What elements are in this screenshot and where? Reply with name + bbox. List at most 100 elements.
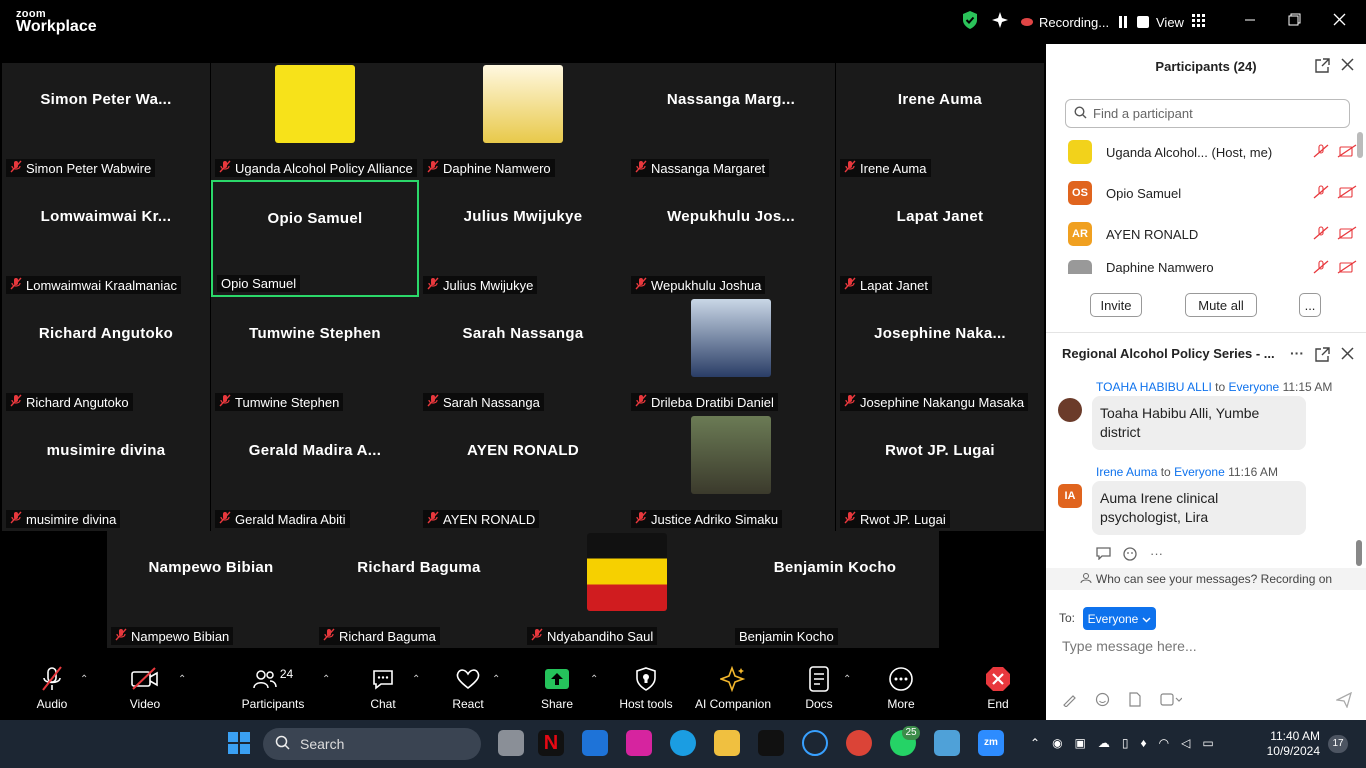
audio-button[interactable]: Audio <box>30 664 74 718</box>
participants-scrollbar[interactable] <box>1357 132 1363 158</box>
store-icon[interactable] <box>582 730 608 756</box>
task-view-icon[interactable] <box>498 730 524 756</box>
more-button[interactable]: More <box>879 664 923 718</box>
edge-icon[interactable] <box>670 730 696 756</box>
chat-scrollbar[interactable] <box>1356 540 1362 566</box>
close-participants-icon[interactable] <box>1341 58 1354 74</box>
participant-row[interactable]: AR AYEN RONALD <box>1068 219 1358 249</box>
participants-options-caret[interactable]: ⌃ <box>322 674 330 685</box>
video-tile[interactable]: Josephine Naka... Josephine Nakangu Masak… <box>836 297 1044 414</box>
chevron-up-icon[interactable]: ⌃ <box>1030 736 1040 750</box>
participants-more-button[interactable]: ... <box>1299 293 1321 317</box>
video-tile[interactable]: Gerald Madira A... Gerald Madira Abiti <box>211 414 419 531</box>
mute-all-button[interactable]: Mute all <box>1185 293 1257 317</box>
file-explorer-icon[interactable] <box>714 730 740 756</box>
ai-sparkle-icon[interactable] <box>990 10 1010 35</box>
video-options-caret[interactable]: ⌃ <box>178 674 186 685</box>
video-tile[interactable]: Julius Mwijukye Julius Mwijukye <box>419 180 627 297</box>
video-tile[interactable]: Opio Samuel Opio Samuel <box>211 180 419 297</box>
share-button[interactable]: Share <box>535 664 579 718</box>
video-tile[interactable]: Nampewo Bibian Nampewo Bibian <box>107 531 315 648</box>
chrome-icon[interactable] <box>846 730 872 756</box>
participants-button[interactable]: 24 Participants <box>238 664 308 718</box>
netflix-icon[interactable]: N <box>538 730 564 756</box>
wifi-icon[interactable]: ◠ <box>1159 736 1169 750</box>
chat-more-icon[interactable]: ··· <box>1290 345 1304 361</box>
visibility-note[interactable]: Who can see your messages? Recording on <box>1046 568 1366 590</box>
video-tile[interactable]: musimire divina musimire divina <box>2 414 210 531</box>
participant-row[interactable]: Uganda Alcohol... (Host, me) <box>1068 137 1358 167</box>
host-tools-button[interactable]: Host tools <box>616 664 676 718</box>
clock[interactable]: 11:40 AM 10/9/2024 <box>1262 729 1320 759</box>
invite-button[interactable]: Invite <box>1090 293 1142 317</box>
add-reaction-icon[interactable] <box>1123 546 1138 564</box>
video-tile[interactable]: Wepukhulu Jos... Wepukhulu Joshua <box>627 180 835 297</box>
video-tile[interactable]: Ndyabandiho Saul <box>523 531 731 648</box>
share-options-caret[interactable]: ⌃ <box>590 674 598 685</box>
onedrive-icon[interactable]: ☁ <box>1098 736 1110 750</box>
video-tile[interactable]: AYEN RONALD AYEN RONALD <box>419 414 627 531</box>
chat-button[interactable]: Chat <box>361 664 405 718</box>
video-tile[interactable]: Justice Adriko Simaku <box>627 414 835 531</box>
chat-popout-icon[interactable] <box>1315 347 1330 365</box>
video-tile[interactable]: Drileba Dratibi Daniel <box>627 297 835 414</box>
volume-icon[interactable]: ◁ <box>1181 736 1190 750</box>
recipient-dropdown[interactable]: Everyone <box>1083 607 1156 630</box>
restore-icon[interactable] <box>1288 13 1301 31</box>
photos-icon[interactable] <box>934 730 960 756</box>
pause-recording-button[interactable] <box>1119 16 1128 28</box>
end-meeting-button[interactable]: End <box>976 664 1020 718</box>
video-tile[interactable]: Lapat Janet Lapat Janet <box>836 180 1044 297</box>
participant-search[interactable]: Find a participant <box>1065 99 1350 128</box>
video-tile[interactable]: Rwot JP. Lugai Rwot JP. Lugai <box>836 414 1044 531</box>
zoom-taskbar-icon[interactable]: zm <box>978 730 1004 756</box>
popout-icon[interactable] <box>1315 58 1330 76</box>
screenshot-icon[interactable] <box>1160 692 1183 712</box>
video-tile[interactable]: Daphine Namwero <box>419 63 627 180</box>
participant-row[interactable]: Daphine Namwero <box>1068 260 1358 274</box>
teams-icon[interactable]: ▣ <box>1075 736 1086 750</box>
close-chat-icon[interactable] <box>1341 347 1354 363</box>
video-tile[interactable]: Simon Peter Wa... Simon Peter Wabwire <box>2 63 210 180</box>
usb-icon[interactable]: ▯ <box>1122 736 1129 750</box>
video-tile[interactable]: Richard Angutoko Richard Angutoko <box>2 297 210 414</box>
view-button[interactable]: View <box>1156 0 1205 44</box>
notification-count[interactable]: 17 <box>1328 735 1348 753</box>
battery-icon[interactable]: ▭ <box>1202 736 1213 750</box>
taskbar-search[interactable]: Search <box>263 728 481 760</box>
ai-companion-button[interactable]: AI Companion <box>692 664 774 718</box>
instagram-icon[interactable] <box>626 730 652 756</box>
video-tile[interactable]: Richard Baguma Richard Baguma <box>315 531 523 648</box>
message-more-icon[interactable]: ··· <box>1150 546 1163 564</box>
message-sender[interactable]: TOAHA HABIBU ALLI <box>1096 380 1212 394</box>
video-tile[interactable]: Nassanga Marg... Nassanga Margaret <box>627 63 835 180</box>
copilot-icon[interactable] <box>802 730 828 756</box>
send-icon[interactable] <box>1334 691 1353 713</box>
microphone-icon[interactable]: ♦ <box>1141 736 1147 750</box>
emoji-icon[interactable] <box>1095 692 1110 712</box>
tiktok-icon[interactable] <box>758 730 784 756</box>
shield-check-icon[interactable] <box>960 10 980 35</box>
video-tile[interactable]: Lomwaimwai Kr... Lomwaimwai Kraalmaniac <box>2 180 210 297</box>
message-sender[interactable]: Irene Auma <box>1096 465 1157 479</box>
participant-row[interactable]: OS Opio Samuel <box>1068 178 1358 208</box>
react-button[interactable]: React <box>446 664 490 718</box>
docs-options-caret[interactable]: ⌃ <box>843 674 851 685</box>
minimize-icon[interactable] <box>1244 13 1256 31</box>
audio-options-caret[interactable]: ⌃ <box>80 674 88 685</box>
video-tile[interactable]: Uganda Alcohol Policy Alliance <box>211 63 419 180</box>
video-tile[interactable]: Tumwine Stephen Tumwine Stephen <box>211 297 419 414</box>
react-options-caret[interactable]: ⌃ <box>492 674 500 685</box>
video-button[interactable]: Video <box>123 664 167 718</box>
message-input[interactable]: Type message here... <box>1062 638 1352 660</box>
reply-icon[interactable] <box>1096 546 1111 564</box>
close-window-icon[interactable] <box>1333 13 1346 31</box>
chat-options-caret[interactable]: ⌃ <box>412 674 420 685</box>
file-icon[interactable] <box>1128 692 1142 712</box>
video-tile[interactable]: Benjamin Kocho Benjamin Kocho <box>731 531 939 648</box>
docs-button[interactable]: Docs <box>797 664 841 718</box>
video-tile[interactable]: Sarah Nassanga Sarah Nassanga <box>419 297 627 414</box>
video-tile[interactable]: Irene Auma Irene Auma <box>836 63 1044 180</box>
format-text-icon[interactable] <box>1062 692 1077 712</box>
stop-recording-button[interactable] <box>1137 16 1150 28</box>
